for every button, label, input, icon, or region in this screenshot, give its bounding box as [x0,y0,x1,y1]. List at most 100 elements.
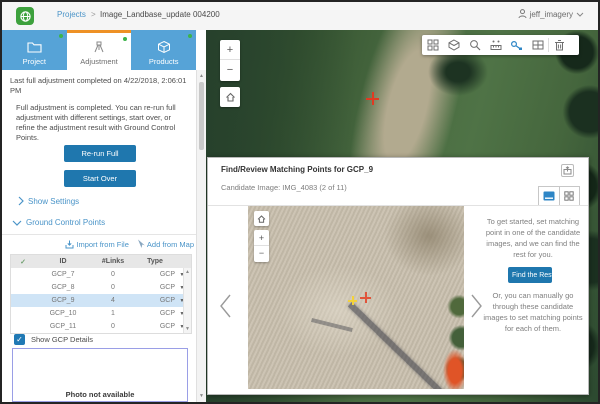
gcp-photo-placeholder: Photo not available [12,348,188,402]
collapse-icon [563,166,572,175]
gcp-table: ✓ ID #Links Type GCP_70GCP▼ GCP_80GCP▼ G… [10,254,192,334]
previous-image-button[interactable] [218,293,232,324]
home-button[interactable] [220,87,240,107]
start-over-button[interactable]: Start Over [64,170,136,187]
cell-type: GCP [135,284,175,291]
view-toggle-group [538,186,580,206]
measure-tool[interactable] [485,35,506,55]
scrollbar-thumb[interactable] [199,82,204,150]
cell-type: GCP [135,297,175,304]
grid-view-toggle[interactable] [559,187,579,205]
cell-id: GCP_9 [35,297,91,304]
tab-status-dot [123,37,127,41]
collapse-panel-button[interactable] [561,164,574,177]
cube-icon [157,39,171,55]
photo-light-patch [278,266,398,356]
match-point-marker-red[interactable] [360,292,371,303]
search-tool[interactable] [464,35,485,55]
panel-tabs: Project Adjustment Products [2,30,196,70]
scroll-down-icon[interactable]: ▼ [197,393,206,399]
section-divider [2,234,196,235]
table-row[interactable]: GCP_110GCP▼ [11,320,191,333]
map-toolbar [422,35,579,55]
adjustment-icon [92,39,106,55]
candidate-image-viewer[interactable]: + − [248,206,464,389]
photo-home-button[interactable] [254,211,269,226]
cell-links: 0 [91,284,135,291]
table-row[interactable]: GCP_101GCP▼ [11,307,191,320]
find-the-rest-button[interactable]: Find the Rest [508,267,552,283]
trash-icon [554,39,565,51]
map-canvas[interactable]: + − Find/Review Matching Points for GCP_… [206,30,598,402]
check-column-icon: ✓ [11,258,35,266]
photo-not-available-text: Photo not available [13,390,187,399]
delete-tool[interactable] [549,35,570,55]
photo-zoom-out-button[interactable]: − [254,246,269,261]
basemap-icon [448,39,460,51]
breadcrumb-separator: > [91,10,96,19]
match-point-marker-yellow[interactable] [348,296,357,305]
tab-project[interactable]: Project [2,30,67,70]
single-view-toggle-active[interactable] [539,187,559,205]
cell-links: 0 [91,271,135,278]
image-grid-icon [532,39,544,51]
instruction-start-text: To get started, set matching point in on… [486,217,580,259]
gcp-section-label: Ground Control Points [26,218,105,227]
candidate-image-label: Candidate Image: IMG_4083 (2 of 11) [221,183,347,192]
tab-products[interactable]: Products [131,30,196,70]
header-links: #Links [91,258,135,265]
chevron-down-icon [576,12,584,17]
map-terrain-tree-blob [428,48,488,96]
home-icon [257,215,266,223]
gcp-actions: Import from File Add from Map [10,239,194,249]
instruction-manual-text: Or, you can manually go through these ca… [483,291,582,333]
import-label: Import from File [76,240,129,249]
compare-images-tool[interactable] [527,35,548,55]
breadcrumb-projects-link[interactable]: Projects [57,10,86,19]
basemap-tool[interactable] [443,35,464,55]
table-row[interactable]: GCP_70GCP▼ [11,268,191,281]
adjustment-status-text: Last full adjustment completed on 4/22/2… [10,76,192,96]
header-id: ID [35,258,91,265]
import-from-file-link[interactable]: Import from File [65,239,129,249]
cell-id: GCP_8 [35,284,91,291]
panel-scrollbar[interactable]: ▲ ▼ [196,70,206,402]
tab-label: Adjustment [80,57,118,66]
thumbnails-icon [427,39,439,51]
adjustment-description-text: Full adjustment is completed. You can re… [16,103,190,143]
user-menu[interactable]: jeff_imagery [518,9,584,19]
header-type: Type [135,258,175,265]
zoom-in-button[interactable]: + [220,40,240,60]
table-row-selected[interactable]: GCP_94GCP▼ [11,294,191,307]
import-icon [65,240,74,249]
table-scrollbar[interactable]: ▲ ▼ [183,268,191,333]
grid-view-icon [564,191,574,201]
map-zoom-control: + − [220,40,240,81]
scroll-down-icon[interactable]: ▼ [184,325,191,333]
gcp-section-toggle[interactable]: Ground Control Points [12,218,105,227]
image-collection-tool[interactable] [422,35,443,55]
adjustment-panel: Project Adjustment Products Last full ad… [2,30,206,402]
scroll-up-icon[interactable]: ▲ [197,73,206,79]
folder-icon [27,39,42,55]
show-settings-toggle[interactable]: Show Settings [18,196,79,206]
gcp-details-checkbox[interactable]: ✓ [14,334,25,345]
add-from-map-link[interactable]: Add from Map [137,239,194,249]
cell-id: GCP_7 [35,271,91,278]
chevron-down-icon [12,220,22,226]
tab-adjustment[interactable]: Adjustment [67,30,132,70]
tab-status-dot [59,34,63,38]
cell-id: GCP_11 [35,323,91,330]
photo-zoom-in-button[interactable]: + [254,230,269,246]
app-window: Projects > Image_Landbase_update 004200 … [0,0,600,404]
tab-label: Project [23,57,46,66]
edit-gcp-tool-active[interactable] [506,35,527,55]
gcp-marker[interactable] [366,92,379,105]
rerun-full-button[interactable]: Re-run Full [64,145,136,162]
cell-links: 1 [91,310,135,317]
zoom-out-button[interactable]: − [220,60,240,80]
scroll-up-icon[interactable]: ▲ [185,269,190,275]
top-bar: Projects > Image_Landbase_update 004200 … [2,2,598,30]
gcp-details-label: Show GCP Details [31,335,93,344]
table-row[interactable]: GCP_80GCP▼ [11,281,191,294]
